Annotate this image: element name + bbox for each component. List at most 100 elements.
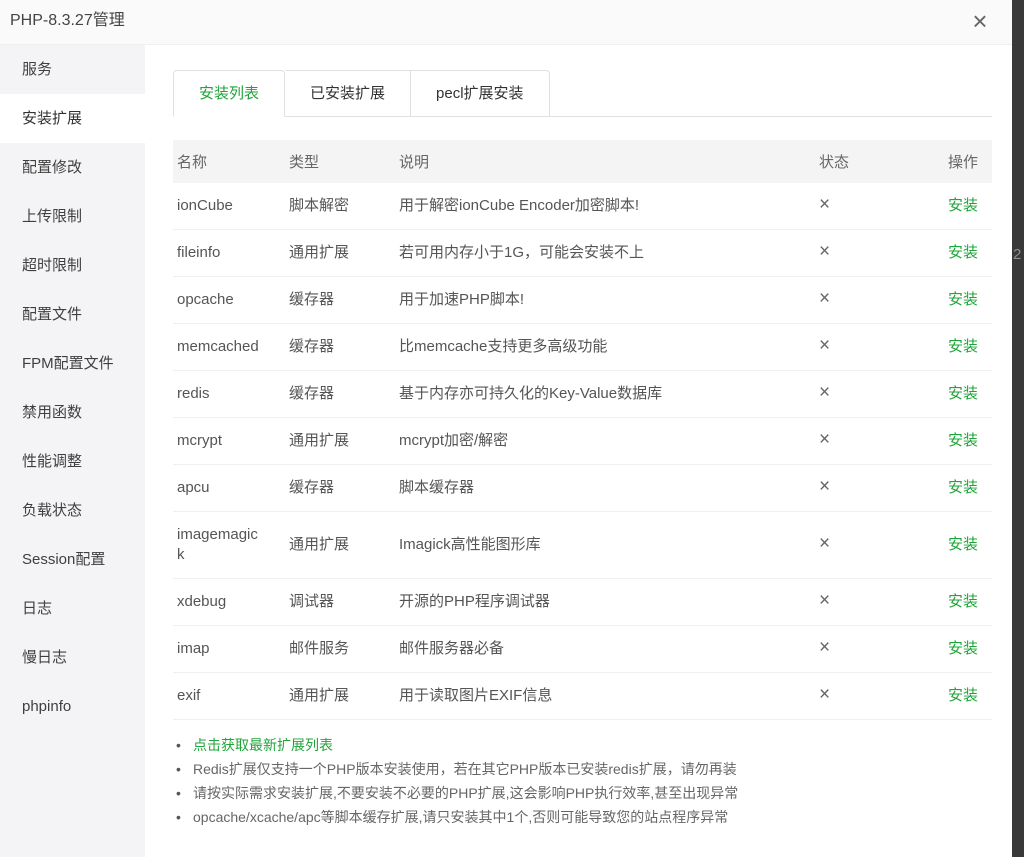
table-row-xdebug: xdebug 调试器 开源的PHP程序调试器 × 安装 — [173, 579, 992, 626]
bullet-icon: • — [176, 757, 193, 781]
sidebar-item-log[interactable]: 日志 — [0, 584, 145, 633]
dialog-title: PHP-8.3.27管理 — [10, 0, 125, 42]
sidebar-item-phpinfo[interactable]: phpinfo — [0, 682, 145, 731]
table-row-ioncube: ionCube 脚本解密 用于解密ionCube Encoder加密脚本! × … — [173, 183, 992, 230]
dialog-body: 服务 安装扩展 配置修改 上传限制 超时限制 配置文件 FPM配置文件 禁用函数… — [0, 45, 1012, 857]
install-link[interactable]: 安装 — [948, 291, 978, 308]
sidebar-item-service[interactable]: 服务 — [0, 45, 145, 94]
col-header-action: 操作 — [928, 140, 992, 183]
ext-type: 通用扩展 — [285, 230, 395, 277]
table-row-fileinfo: fileinfo 通用扩展 若可用内存小于1G，可能会安装不上 × 安装 — [173, 230, 992, 277]
ext-desc: 若可用内存小于1G，可能会安装不上 — [395, 230, 815, 277]
bullet-icon: • — [176, 805, 193, 829]
extensions-table: 名称 类型 说明 状态 操作 ionCube 脚本解密 用于解密ionCube … — [173, 140, 992, 720]
ext-type: 通用扩展 — [285, 673, 395, 720]
notes-list: •点击获取最新扩展列表 •Redis扩展仅支持一个PHP版本安装使用，若在其它P… — [173, 733, 992, 829]
ext-name: xdebug — [177, 592, 226, 612]
sidebar-item-performance-tuning[interactable]: 性能调整 — [0, 437, 145, 486]
ext-name: imap — [177, 639, 210, 659]
install-link[interactable]: 安装 — [948, 479, 978, 496]
install-link[interactable]: 安装 — [948, 536, 978, 553]
install-link[interactable]: 安装 — [948, 244, 978, 261]
sidebar-item-slow-log[interactable]: 慢日志 — [0, 633, 145, 682]
ext-type: 邮件服务 — [285, 626, 395, 673]
ext-name: mcrypt — [177, 431, 222, 451]
ext-name: ionCube — [177, 196, 233, 216]
table-row-apcu: apcu 缓存器 脚本缓存器 × 安装 — [173, 465, 992, 512]
ext-desc: Imagick高性能图形库 — [395, 512, 815, 579]
ext-name: memcached — [177, 337, 259, 357]
note-item: •opcache/xcache/apc等脚本缓存扩展,请只安装其中1个,否则可能… — [176, 805, 992, 829]
not-installed-icon: × — [819, 335, 830, 356]
table-row-redis: redis 缓存器 基于内存亦可持久化的Key-Value数据库 × 安装 — [173, 371, 992, 418]
ext-desc: mcrypt加密/解密 — [395, 418, 815, 465]
sidebar: 服务 安装扩展 配置修改 上传限制 超时限制 配置文件 FPM配置文件 禁用函数… — [0, 45, 145, 857]
sidebar-item-load-status[interactable]: 负载状态 — [0, 486, 145, 535]
ext-desc: 邮件服务器必备 — [395, 626, 815, 673]
install-link[interactable]: 安装 — [948, 687, 978, 704]
not-installed-icon: × — [819, 288, 830, 309]
ext-type: 调试器 — [285, 579, 395, 626]
sidebar-item-config-file[interactable]: 配置文件 — [0, 290, 145, 339]
tab-pecl-install[interactable]: pecl扩展安装 — [411, 70, 550, 116]
not-installed-icon: × — [819, 382, 830, 403]
not-installed-icon: × — [819, 533, 830, 554]
table-row-mcrypt: mcrypt 通用扩展 mcrypt加密/解密 × 安装 — [173, 418, 992, 465]
not-installed-icon: × — [819, 476, 830, 497]
col-header-status: 状态 — [815, 140, 928, 183]
background-page-strip: 2 — [1012, 0, 1024, 857]
sidebar-item-session-config[interactable]: Session配置 — [0, 535, 145, 584]
sidebar-item-timeout-limit[interactable]: 超时限制 — [0, 241, 145, 290]
ext-name: redis — [177, 384, 210, 404]
not-installed-icon: × — [819, 241, 830, 262]
ext-type: 脚本解密 — [285, 183, 395, 230]
table-row-opcache: opcache 缓存器 用于加速PHP脚本! × 安装 — [173, 277, 992, 324]
not-installed-icon: × — [819, 590, 830, 611]
not-installed-icon: × — [819, 194, 830, 215]
background-partial-text: 2 — [1013, 246, 1021, 263]
col-header-description: 说明 — [395, 140, 815, 183]
ext-type: 通用扩展 — [285, 512, 395, 579]
table-row-imap: imap 邮件服务 邮件服务器必备 × 安装 — [173, 626, 992, 673]
ext-name: fileinfo — [177, 243, 220, 263]
not-installed-icon: × — [819, 429, 830, 450]
sidebar-item-upload-limit[interactable]: 上传限制 — [0, 192, 145, 241]
close-icon[interactable]: × — [963, 4, 997, 38]
ext-desc: 开源的PHP程序调试器 — [395, 579, 815, 626]
table-row-imagemagick: imagemagick 通用扩展 Imagick高性能图形库 × 安装 — [173, 512, 992, 579]
install-link[interactable]: 安装 — [948, 640, 978, 657]
sidebar-item-disabled-functions[interactable]: 禁用函数 — [0, 388, 145, 437]
ext-name: apcu — [177, 478, 210, 498]
ext-desc: 用于解密ionCube Encoder加密脚本! — [395, 183, 815, 230]
ext-desc: 比memcache支持更多高级功能 — [395, 324, 815, 371]
ext-desc: 基于内存亦可持久化的Key-Value数据库 — [395, 371, 815, 418]
ext-type: 缓存器 — [285, 465, 395, 512]
ext-name: exif — [177, 686, 200, 706]
install-link[interactable]: 安装 — [948, 385, 978, 402]
not-installed-icon: × — [819, 684, 830, 705]
install-link[interactable]: 安装 — [948, 338, 978, 355]
ext-desc: 用于加速PHP脚本! — [395, 277, 815, 324]
bullet-icon: • — [176, 781, 193, 805]
note-item: •Redis扩展仅支持一个PHP版本安装使用，若在其它PHP版本已安装redis… — [176, 757, 992, 781]
sidebar-item-config-edit[interactable]: 配置修改 — [0, 143, 145, 192]
refresh-extension-list-link[interactable]: •点击获取最新扩展列表 — [176, 733, 992, 757]
ext-desc: 用于读取图片EXIF信息 — [395, 673, 815, 720]
col-header-name: 名称 — [173, 140, 285, 183]
install-link[interactable]: 安装 — [948, 197, 978, 214]
screen: 2 PHP-8.3.27管理 × 服务 安装扩展 配置修改 上传限制 超时限制 … — [0, 0, 1024, 857]
sidebar-item-fpm-config-file[interactable]: FPM配置文件 — [0, 339, 145, 388]
ext-name: opcache — [177, 290, 234, 310]
ext-type: 通用扩展 — [285, 418, 395, 465]
tab-install-list[interactable]: 安装列表 — [173, 70, 285, 117]
tab-installed-extensions[interactable]: 已安装扩展 — [285, 70, 411, 116]
tab-bar: 安装列表 已安装扩展 pecl扩展安装 — [173, 70, 992, 117]
install-link[interactable]: 安装 — [948, 432, 978, 449]
install-link[interactable]: 安装 — [948, 593, 978, 610]
sidebar-item-install-extensions[interactable]: 安装扩展 — [0, 94, 145, 143]
note-item: •请按实际需求安装扩展,不要安装不必要的PHP扩展,这会影响PHP执行效率,甚至… — [176, 781, 992, 805]
bullet-icon: • — [176, 733, 193, 757]
col-header-type: 类型 — [285, 140, 395, 183]
ext-type: 缓存器 — [285, 371, 395, 418]
not-installed-icon: × — [819, 637, 830, 658]
